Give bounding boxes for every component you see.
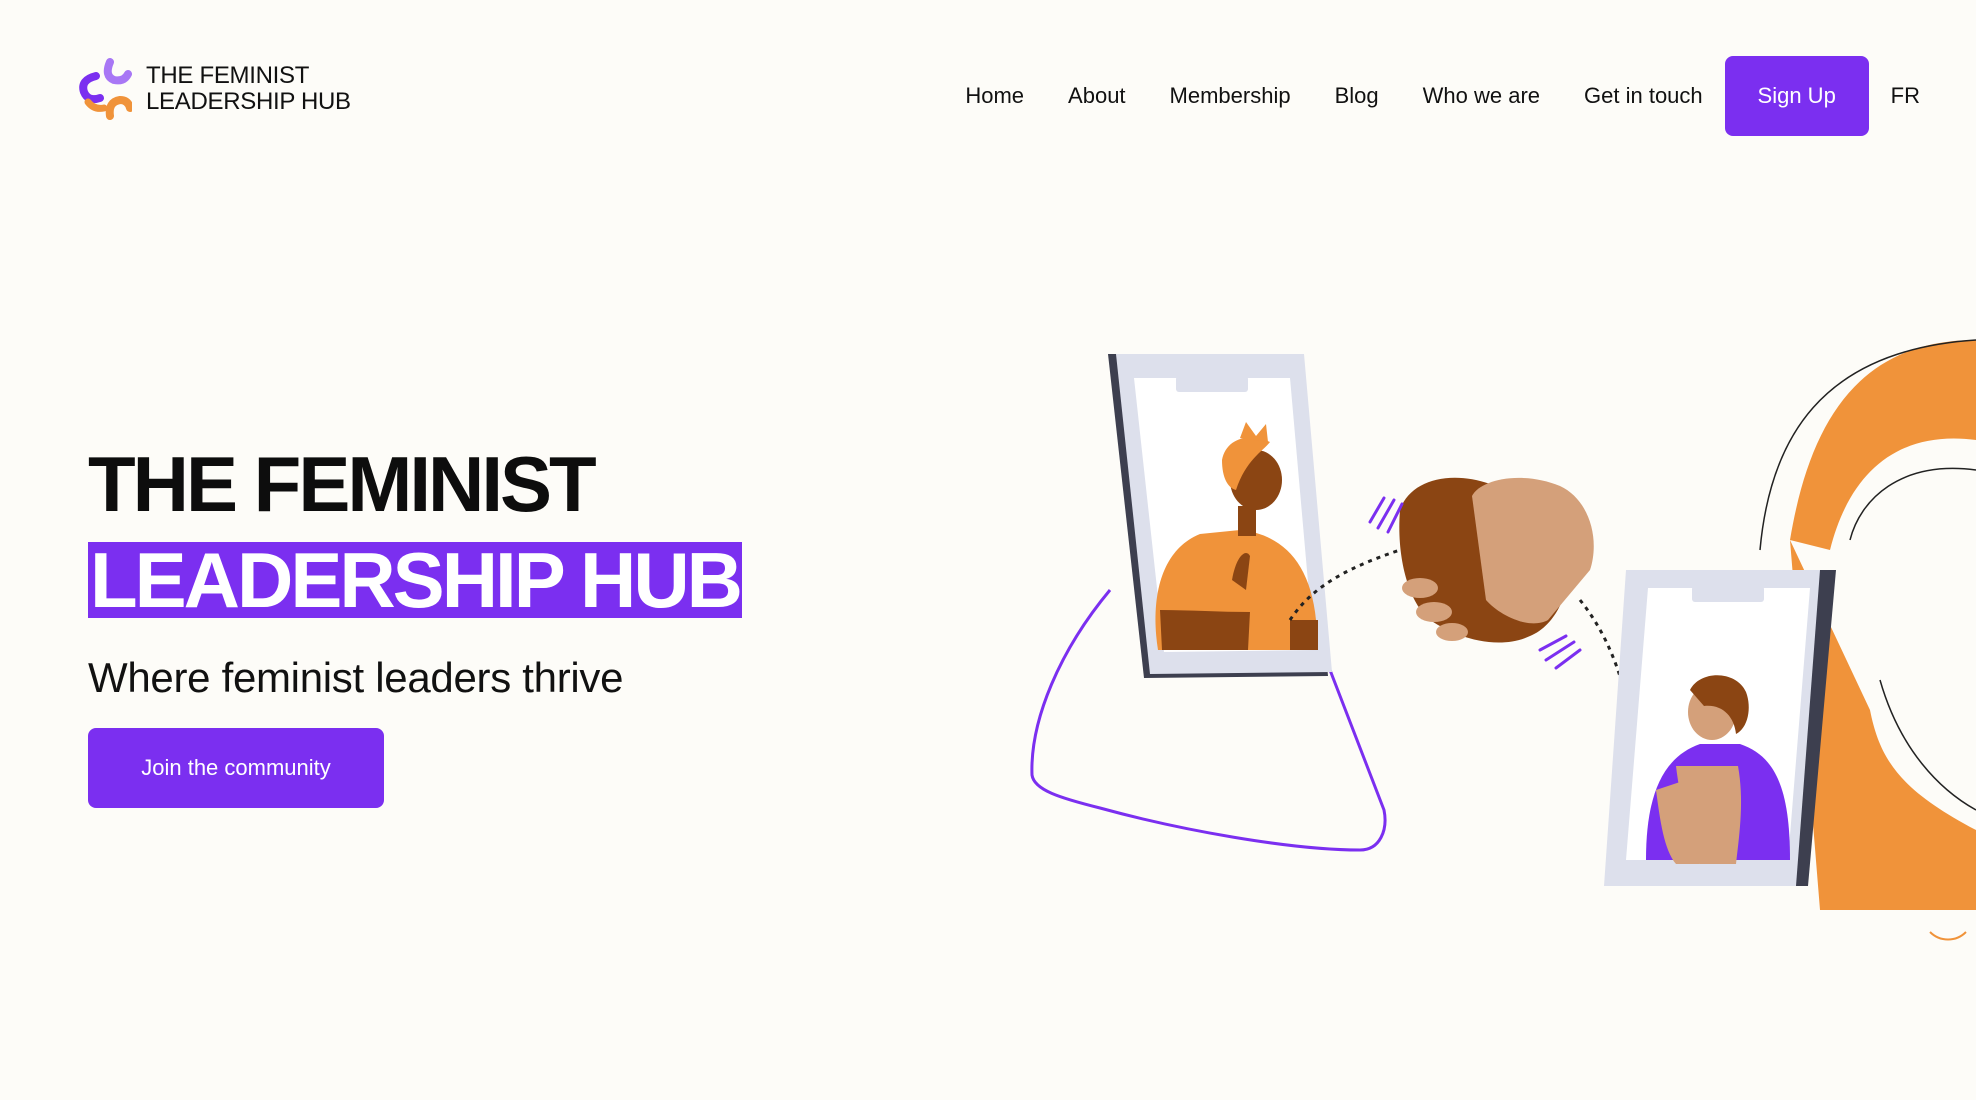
handshake-icon <box>1368 477 1594 670</box>
nav-home[interactable]: Home <box>965 83 1024 109</box>
logo-line-2: LEADERSHIP HUB <box>146 88 351 115</box>
phone-left-icon <box>1108 354 1332 678</box>
phone-right-icon <box>1604 570 1836 886</box>
join-community-button[interactable]: Join the community <box>88 728 384 808</box>
logo-mark-icon <box>79 58 132 120</box>
logo-text: THE FEMINIST LEADERSHIP HUB <box>146 63 351 115</box>
main-nav: Home About Membership Blog Who we are Ge… <box>965 56 1920 136</box>
hero-title: THE FEMINIST LEADERSHIP HUB <box>88 436 743 628</box>
nav-membership[interactable]: Membership <box>1170 83 1291 109</box>
hero-title-line-1: THE FEMINIST <box>88 440 597 528</box>
hero-illustration <box>1030 339 1976 941</box>
nav-blog[interactable]: Blog <box>1335 83 1379 109</box>
nav-get-in-touch[interactable]: Get in touch <box>1584 83 1703 109</box>
logo-line-1: THE FEMINIST <box>146 62 310 89</box>
language-toggle[interactable]: FR <box>1891 83 1920 109</box>
logo[interactable]: THE FEMINIST LEADERSHIP HUB <box>74 58 351 120</box>
nav-about[interactable]: About <box>1068 83 1126 109</box>
small-arc-icon <box>1929 931 1967 941</box>
signup-button[interactable]: Sign Up <box>1724 56 1869 136</box>
hero-tagline: Where feminist leaders thrive <box>88 654 624 701</box>
page: THE FEMINIST LEADERSHIP HUB Home About M… <box>0 0 1976 1100</box>
nav-who-we-are[interactable]: Who we are <box>1423 83 1540 109</box>
hero-title-line-2: LEADERSHIP HUB <box>88 536 743 624</box>
